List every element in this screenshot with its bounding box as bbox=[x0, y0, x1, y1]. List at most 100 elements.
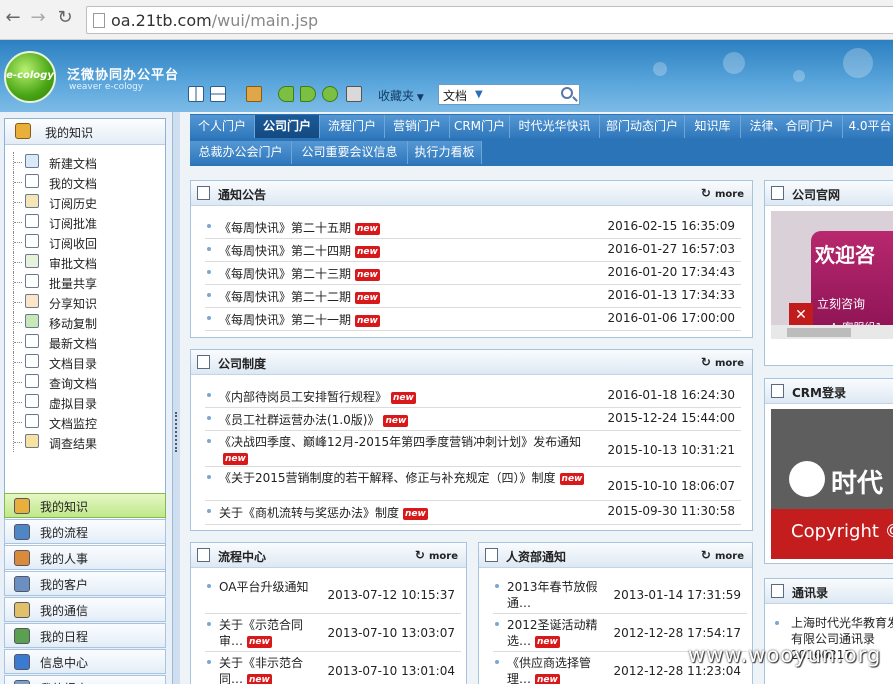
item-title-text[interactable]: 2013年春节放假通… bbox=[507, 580, 598, 610]
menu-item-5[interactable]: 我的通信 bbox=[4, 597, 166, 622]
list-item[interactable]: 《每周快讯》第二十五期 new 2016-02-15 16:35:09 bbox=[205, 216, 741, 239]
reload-icon[interactable]: ↻ bbox=[54, 7, 76, 29]
search-box[interactable]: 文档 ▼ bbox=[438, 84, 580, 105]
close-icon[interactable]: ✕ bbox=[789, 303, 813, 327]
item-title[interactable]: 2012圣诞活动精选… new bbox=[507, 617, 603, 649]
item-title[interactable]: 《关于2015营销制度的若干解释、修正与补充规定（四）》制度 new bbox=[219, 470, 599, 486]
tree-item-label[interactable]: 订阅收回 bbox=[49, 235, 97, 252]
more-link[interactable]: more bbox=[701, 548, 744, 562]
item-title-text[interactable]: 《每周快讯》第二十四期 bbox=[219, 244, 351, 258]
list-item[interactable]: 《每周快讯》第二十二期 new 2016-01-13 17:34:33 bbox=[205, 285, 741, 308]
menu-item-6[interactable]: 我的日程 bbox=[4, 623, 166, 648]
tree-item[interactable]: 我的文档 bbox=[13, 172, 163, 192]
tree-item[interactable]: 查询文档 bbox=[13, 372, 163, 392]
item-title[interactable]: 《每周快讯》第二十四期 new bbox=[219, 242, 380, 259]
print-icon[interactable] bbox=[346, 86, 362, 102]
item-title[interactable]: 《每周快讯》第二十二期 new bbox=[219, 288, 380, 305]
list-item[interactable]: 《每周快讯》第二十一期 new 2016-01-06 17:00:00 bbox=[205, 308, 741, 331]
tree-item-label[interactable]: 新建文档 bbox=[49, 155, 97, 172]
list-item[interactable]: 关于《示范合同审… new 2013-07-10 13:03:07 bbox=[205, 614, 461, 652]
item-title[interactable]: 《供应商选择管理… new bbox=[507, 655, 603, 684]
item-title-text[interactable]: OA平台升级通知 bbox=[219, 580, 308, 594]
tree-item[interactable]: 订阅批准 bbox=[13, 212, 163, 232]
official-site-banner[interactable]: 欢迎咨 立刻咨询 ♟ 客服组1 ✕ bbox=[771, 211, 893, 339]
item-title[interactable]: 《每周快讯》第二十五期 new bbox=[219, 219, 380, 236]
list-item[interactable]: 关于《商机流转与奖惩办法》制度 new 2015-09-30 11:30:58 bbox=[205, 501, 741, 525]
dropdown-caret-icon[interactable]: ▼ bbox=[475, 89, 483, 100]
tab-row2-2[interactable]: 公司重要会议信息 bbox=[292, 141, 408, 164]
banner-consult[interactable]: 立刻咨询 bbox=[817, 295, 865, 312]
tree-item[interactable]: 订阅历史 bbox=[13, 192, 163, 212]
tree-item-label[interactable]: 最新文档 bbox=[49, 335, 97, 352]
tab-10[interactable]: 4.0平台 bbox=[843, 115, 893, 138]
list-item[interactable]: 《内部待岗员工安排暂行规程》 new 2016-01-18 16:24:30 bbox=[205, 385, 741, 408]
tree-item[interactable]: 新建文档 bbox=[13, 152, 163, 172]
menu-item-4[interactable]: 我的客户 bbox=[4, 571, 166, 596]
tree-item-label[interactable]: 移动复制 bbox=[49, 315, 97, 332]
tree-item[interactable]: 文档监控 bbox=[13, 412, 163, 432]
layout-columns-icon[interactable] bbox=[188, 86, 204, 102]
list-item[interactable]: 《每周快讯》第二十三期 new 2016-01-20 17:34:43 bbox=[205, 262, 741, 285]
tree-item-label[interactable]: 审批文档 bbox=[49, 255, 97, 272]
refresh-icon[interactable] bbox=[322, 86, 338, 102]
layout-rows-icon[interactable] bbox=[210, 86, 226, 102]
item-title-text[interactable]: 《每周快讯》第二十五期 bbox=[219, 221, 351, 235]
scrollbar-thumb[interactable] bbox=[787, 328, 851, 337]
tab-3[interactable]: 流程门户 bbox=[320, 115, 385, 138]
tab-1[interactable]: 个人门户 bbox=[190, 115, 255, 138]
list-item[interactable]: 《决战四季度、巅峰12月-2015年第四季度营销冲刺计划》发布通知 new 2015… bbox=[205, 431, 741, 467]
item-title-text[interactable]: 《内部待岗员工安排暂行规程》 bbox=[219, 390, 387, 404]
item-title-text[interactable]: 《决战四季度、巅峰12月-2015年第四季度营销冲刺计划》发布通知 bbox=[219, 435, 581, 449]
tree-item-label[interactable]: 订阅批准 bbox=[49, 215, 97, 232]
tree-item-label[interactable]: 订阅历史 bbox=[49, 195, 97, 212]
item-title-text[interactable]: 《每周快讯》第二十三期 bbox=[219, 267, 351, 281]
tree-item[interactable]: 审批文档 bbox=[13, 252, 163, 272]
menu-item-7[interactable]: 信息中心 bbox=[4, 649, 166, 674]
tree-item[interactable]: 移动复制 bbox=[13, 312, 163, 332]
tab-6[interactable]: 时代光华快讯 bbox=[510, 115, 600, 138]
tree-item-label[interactable]: 文档监控 bbox=[49, 415, 97, 432]
item-title[interactable]: 《员工社群运营办法(1.0版)》 new bbox=[219, 411, 599, 428]
item-title[interactable]: OA平台升级通知 bbox=[219, 579, 315, 595]
item-title[interactable]: 《每周快讯》第二十三期 new bbox=[219, 265, 380, 282]
item-title[interactable]: 关于《非示范合同… new bbox=[219, 655, 315, 684]
item-title-text[interactable]: 《每周快讯》第二十一期 bbox=[219, 313, 351, 327]
list-item[interactable]: 《每周快讯》第二十四期 new 2016-01-27 16:57:03 bbox=[205, 239, 741, 262]
item-title[interactable]: 关于《商机流转与奖惩办法》制度 new bbox=[219, 504, 599, 521]
tree-item[interactable]: 最新文档 bbox=[13, 332, 163, 352]
crm-banner[interactable]: 时代 Copyright © bbox=[771, 409, 893, 559]
item-title-text[interactable]: 关于《商机流转与奖惩办法》制度 bbox=[219, 506, 399, 520]
more-link[interactable]: more bbox=[701, 355, 744, 369]
item-title[interactable]: 2013年春节放假通… bbox=[507, 579, 603, 611]
tree-item-label[interactable]: 调查结果 bbox=[49, 435, 97, 452]
tree-item-label[interactable]: 我的文档 bbox=[49, 175, 97, 192]
exit-icon[interactable] bbox=[246, 86, 262, 102]
item-title[interactable]: 《内部待岗员工安排暂行规程》 new bbox=[219, 388, 599, 405]
address-bar[interactable]: oa.21tb.com/wui/main.jsp bbox=[86, 6, 893, 34]
item-title-text[interactable]: 《员工社群运营办法(1.0版)》 bbox=[219, 413, 379, 427]
tree-item[interactable]: 调查结果 bbox=[13, 432, 163, 452]
more-link[interactable]: more bbox=[415, 548, 458, 562]
item-title[interactable]: 关于《示范合同审… new bbox=[219, 617, 315, 649]
tab-9[interactable]: 法律、合同门户 bbox=[741, 115, 843, 138]
item-title-text[interactable]: 《关于2015营销制度的若干解释、修正与补充规定（四）》制度 bbox=[219, 471, 556, 485]
list-item[interactable]: 2013年春节放假通… 2013-01-14 17:31:59 bbox=[493, 576, 747, 614]
list-item[interactable]: 《关于2015营销制度的若干解释、修正与补充规定（四）》制度 new 2015-10… bbox=[205, 467, 741, 501]
tree-item-label[interactable]: 批量共享 bbox=[49, 275, 97, 292]
back-arrow-icon[interactable] bbox=[278, 86, 294, 102]
tree-item-label[interactable]: 查询文档 bbox=[49, 375, 97, 392]
tab-2[interactable]: 公司门户 bbox=[255, 115, 320, 138]
tree-item[interactable]: 分享知识 bbox=[13, 292, 163, 312]
menu-item-8[interactable]: 我的报表 bbox=[4, 675, 166, 684]
tree-item-label[interactable]: 虚拟目录 bbox=[49, 395, 97, 412]
back-icon[interactable]: ← bbox=[2, 7, 24, 29]
menu-item-1[interactable]: 我的知识 bbox=[4, 493, 166, 518]
list-item[interactable]: 《员工社群运营办法(1.0版)》 new 2015-12-24 15:44:00 bbox=[205, 408, 741, 431]
tree-item-label[interactable]: 分享知识 bbox=[49, 295, 97, 312]
list-item[interactable]: OA平台升级通知 2013-07-12 10:15:37 bbox=[205, 576, 461, 614]
item-title-text[interactable]: 《每周快讯》第二十二期 bbox=[219, 290, 351, 304]
search-icon[interactable] bbox=[561, 87, 573, 99]
list-item[interactable]: 关于《非示范合同… new 2013-07-10 13:01:04 bbox=[205, 652, 461, 684]
tab-5[interactable]: CRM门户 bbox=[450, 115, 510, 138]
splitter[interactable] bbox=[172, 112, 180, 684]
